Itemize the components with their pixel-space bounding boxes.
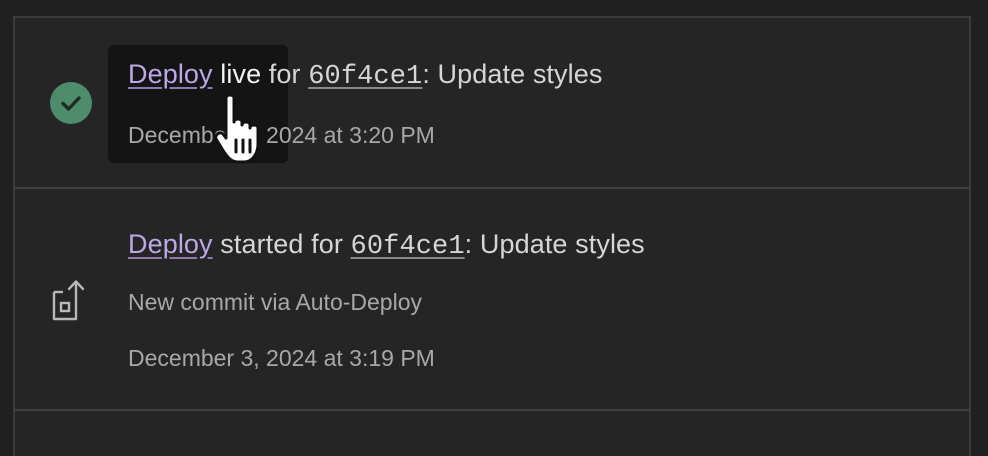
commit-message: : Update styles — [422, 59, 603, 89]
commit-hash-link[interactable]: 60f4ce1 — [308, 62, 422, 92]
event-title: Deploy started for 60f4ce1: Update style… — [128, 229, 645, 262]
deploy-commit-icon — [51, 278, 91, 322]
event-description: New commit via Auto-Deploy — [128, 289, 422, 315]
check-circle-icon — [50, 82, 92, 124]
event-row-deploy-started: Deploy started for 60f4ce1: Update style… — [15, 189, 969, 411]
for-label: for — [311, 229, 343, 259]
event-timestamp: December 3, 2024 at 3:19 PM — [128, 345, 435, 371]
commit-message: : Update styles — [464, 229, 645, 259]
hand-pointer-icon — [212, 92, 274, 170]
event-title: Deploy live for 60f4ce1: Update styles — [128, 59, 602, 92]
event-timestamp: December 3, 2024 at 3:20 PM — [128, 122, 435, 148]
deploy-link[interactable]: Deploy — [128, 229, 213, 259]
deploy-event-feed: Deploy live for 60f4ce1: Update styles D… — [13, 16, 971, 456]
event-row-deploy-live: Deploy live for 60f4ce1: Update styles D… — [15, 18, 969, 189]
commit-hash-link[interactable]: 60f4ce1 — [351, 232, 465, 262]
status-word: live — [220, 59, 262, 89]
for-label: for — [268, 59, 301, 89]
deploy-link[interactable]: Deploy — [128, 59, 213, 89]
status-word: started — [220, 229, 304, 259]
